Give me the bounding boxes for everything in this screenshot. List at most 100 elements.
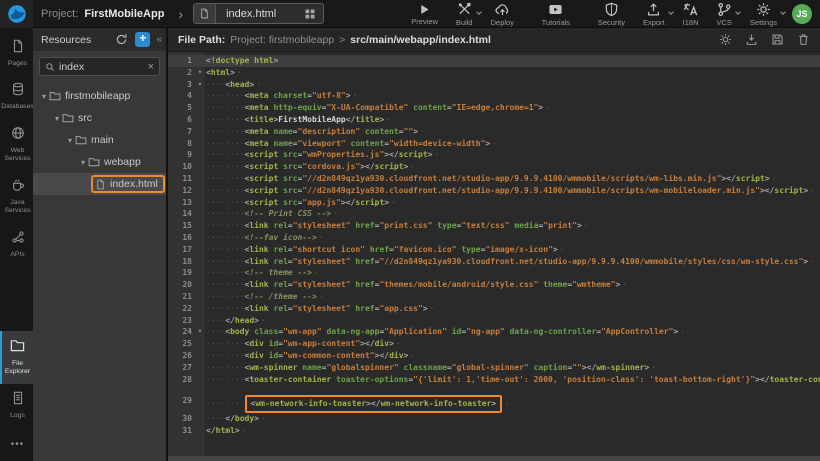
trailing-whitespace-marker: · [560, 245, 565, 254]
trailing-whitespace-marker: · [280, 56, 285, 65]
code-line[interactable]: 29········<wm-network-info-toaster></wm-… [168, 395, 820, 413]
line-number: 14 [168, 208, 194, 220]
preview-button[interactable]: Preview [402, 0, 447, 28]
grid-icon[interactable] [286, 8, 323, 20]
download-icon[interactable] [745, 33, 758, 46]
file-path-value: src/main/webapp/index.html [350, 34, 491, 46]
fold-toggle-icon[interactable]: ▾ [194, 67, 206, 79]
code-line[interactable]: 24▾····<body class="wm-app" data-ng-app=… [168, 326, 820, 338]
security-button[interactable]: Security [589, 0, 634, 28]
code-line[interactable]: 22········<link rel="stylesheet" href="a… [168, 303, 820, 315]
add-resource-button[interactable]: + [135, 32, 150, 47]
code-line[interactable]: 11········<script src="//d2n849qz1ya930.… [168, 173, 820, 185]
trash-icon[interactable] [797, 33, 810, 46]
sidebar-item-logs[interactable]: Logs [0, 384, 33, 427]
app-logo[interactable] [0, 0, 33, 28]
code-line[interactable]: 12········<script src="//d2n849qz1ya930.… [168, 185, 820, 197]
code-line[interactable]: 3▾····<head>· [168, 79, 820, 91]
clear-search-icon[interactable]: × [148, 61, 154, 73]
preview-icon [418, 3, 431, 16]
tree-item-firstmobileapp[interactable]: ▾firstmobileapp [33, 85, 166, 107]
code-line[interactable]: 4········<meta charset="utf-8">· [168, 90, 820, 102]
fold-gutter [194, 114, 206, 126]
code-line[interactable]: 30····</body>· [168, 413, 820, 425]
sidebar-item-pages[interactable]: Pages [0, 32, 33, 75]
code-line[interactable]: 1<!doctype html>· [168, 55, 820, 67]
apis-icon [11, 230, 25, 249]
folder-icon [49, 90, 61, 102]
tree-expand-icon[interactable]: ▾ [52, 114, 62, 123]
code-line[interactable]: 20········<link rel="stylesheet" href="t… [168, 279, 820, 291]
code-line[interactable]: 18········<link rel="stylesheet" href="/… [168, 256, 820, 268]
tree-item-webapp[interactable]: ▾webapp [33, 151, 166, 173]
tree-expand-icon[interactable]: ▾ [39, 92, 49, 101]
code-line[interactable]: 21········<!-- /theme -->· [168, 291, 820, 303]
tree-item-src[interactable]: ▾src [33, 107, 166, 129]
line-number: 28 [168, 374, 194, 386]
code-line-content: ········<script src="cordova.js"></scrip… [206, 161, 820, 173]
code-line[interactable]: 14········<!-- Print CSS -->· [168, 208, 820, 220]
vcs-button[interactable]: VCS [707, 0, 740, 28]
code-line[interactable]: 7········<meta name="description" conten… [168, 126, 820, 138]
i18n-button[interactable]: I18N [674, 0, 708, 28]
tutorials-button[interactable]: Tutorials [533, 0, 579, 28]
settings-button[interactable]: Settings [741, 0, 786, 28]
code-line[interactable]: 23····</head>· [168, 315, 820, 327]
avatar[interactable]: JS [792, 4, 812, 24]
search-input[interactable] [55, 61, 148, 73]
folder-icon [88, 156, 100, 168]
build-button[interactable]: Build [447, 0, 482, 28]
code-line[interactable]: 6········<title>FirstMobileApp</title>· [168, 114, 820, 126]
code-line[interactable]: 25········<div id="wm-app-content"></div… [168, 338, 820, 350]
code-line[interactable]: 17········<link rel="shortcut icon" href… [168, 244, 820, 256]
project-switcher[interactable]: Project: FirstMobileApp [41, 8, 164, 20]
file-icon [95, 179, 106, 190]
code-line[interactable]: 19········<!-- theme -->· [168, 267, 820, 279]
code-line[interactable]: 28········<toaster-container toaster-opt… [168, 374, 820, 386]
trailing-whitespace-marker: · [810, 186, 815, 195]
trailing-whitespace-marker: · [680, 327, 685, 336]
line-number: 13 [168, 197, 194, 209]
sidebar-item-more[interactable]: ••• [0, 427, 33, 461]
code-line[interactable]: 2▾<html>· [168, 67, 820, 79]
sidebar-item-web-services[interactable]: Web Services [0, 119, 33, 171]
fold-toggle-icon[interactable]: ▾ [194, 79, 206, 91]
line-number: 11 [168, 173, 194, 185]
tree-item-main[interactable]: ▾main [33, 129, 166, 151]
code-line[interactable]: 10········<script src="cordova.js"></scr… [168, 161, 820, 173]
line-number: 23 [168, 315, 194, 327]
deploy-button[interactable]: Deploy [482, 0, 523, 28]
tree-expand-icon[interactable]: ▾ [78, 158, 88, 167]
tree-item-index-html[interactable]: index.html [33, 173, 166, 195]
trailing-whitespace-marker: · [256, 80, 261, 89]
folder-icon [75, 134, 87, 146]
sidebar-item-java-services[interactable]: Java Services [0, 171, 33, 223]
fold-gutter [194, 291, 206, 303]
gear-icon[interactable] [719, 33, 732, 46]
code-line[interactable]: 8········<meta name="viewport" content="… [168, 138, 820, 150]
code-line[interactable]: 15········<link rel="stylesheet" href="p… [168, 220, 820, 232]
horizontal-scrollbar[interactable] [168, 456, 820, 461]
more-icon: ••• [11, 434, 25, 452]
tree-expand-icon[interactable]: ▾ [65, 136, 75, 145]
code-line[interactable]: 16········<!--fav icon-->· [168, 232, 820, 244]
code-line[interactable]: 9········<script src="wmProperties.js"><… [168, 149, 820, 161]
sidebar-item-databases[interactable]: Databases [0, 75, 33, 118]
code-line[interactable]: 13········<script src="app.js"></script>… [168, 197, 820, 209]
settings-icon [756, 2, 771, 17]
fold-toggle-icon[interactable]: ▾ [194, 326, 206, 338]
sidebar-item-apis[interactable]: APIs [0, 223, 33, 266]
code-line[interactable]: 31</html>· [168, 425, 820, 437]
trailing-whitespace-marker: · [410, 351, 415, 360]
tab-index-html[interactable]: index.html [193, 3, 324, 24]
sidebar-item-file-explorer[interactable]: File Explorer [0, 331, 33, 384]
code-line[interactable]: 26········<div id="wm-common-content"></… [168, 350, 820, 362]
export-button[interactable]: Export [634, 0, 674, 28]
save-icon[interactable] [771, 33, 784, 46]
code-line[interactable]: 5········<meta http-equiv="X-UA-Compatib… [168, 102, 820, 114]
code-area[interactable]: 1<!doctype html>·2▾<html>·3▾····<head>·4… [168, 52, 820, 461]
fold-gutter [194, 395, 206, 413]
collapse-panel-icon[interactable]: « [156, 34, 162, 45]
refresh-icon[interactable] [113, 31, 130, 48]
code-line[interactable]: 27········<wm-spinner name="globalspinne… [168, 362, 820, 374]
